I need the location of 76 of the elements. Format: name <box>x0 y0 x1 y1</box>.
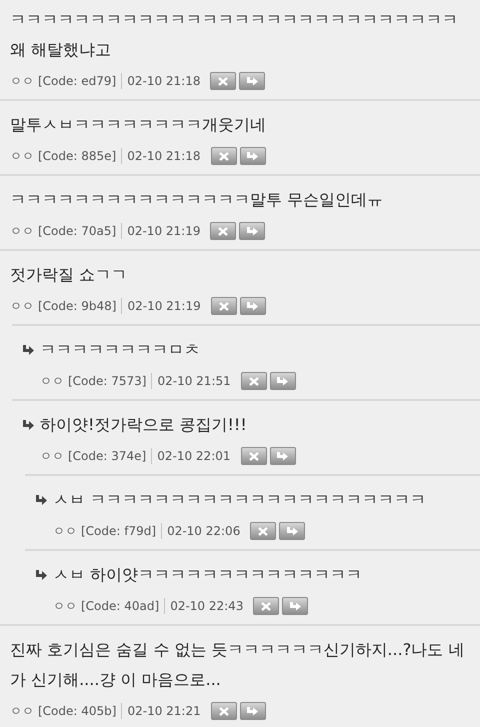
reply-arrow-icon <box>277 376 288 386</box>
timestamp: 02-10 21:51 <box>157 373 231 390</box>
timestamp: 02-10 21:19 <box>127 298 201 315</box>
timestamp: 02-10 21:18 <box>127 148 200 165</box>
reply-arrow-icon <box>247 706 258 716</box>
comment-text: 젓가락질 쇼ㄱㄱ <box>10 264 128 286</box>
reply-button[interactable] <box>240 702 266 720</box>
close-icon <box>218 706 229 716</box>
reply-arrow-icon <box>35 495 47 505</box>
timestamp: 02-10 21:19 <box>127 223 200 240</box>
delete-button[interactable] <box>210 222 236 240</box>
close-icon <box>248 452 258 460</box>
author-name: ㅇㅇ <box>53 598 77 615</box>
reply-arrow-icon <box>247 152 258 160</box>
reply-button[interactable] <box>240 147 266 165</box>
delete-button[interactable] <box>210 147 236 165</box>
delete-button[interactable] <box>250 522 276 540</box>
user-code: [Code: 40ad] <box>81 598 160 615</box>
reply-button[interactable] <box>270 372 296 390</box>
close-icon <box>218 76 228 86</box>
author-name: ㅇㅇ <box>10 298 34 315</box>
close-icon <box>261 602 272 610</box>
close-icon <box>248 376 259 386</box>
reply-button[interactable] <box>279 522 306 540</box>
timestamp: 02-10 22:01 <box>157 448 230 465</box>
user-code: [Code: 7573] <box>68 373 146 390</box>
reply-button[interactable] <box>270 447 296 465</box>
close-icon <box>258 526 268 536</box>
reply-button[interactable] <box>240 297 266 315</box>
close-icon <box>218 302 229 310</box>
user-code: [Code: 9b48] <box>38 298 116 315</box>
user-code: [Code: 70a5] <box>38 223 116 240</box>
reply-button[interactable] <box>239 222 266 240</box>
comment-text: 진짜 호기심은 숨길 수 없는 듯ㅋㅋㅋㅋㅋㅋ신기하지...?나도 네가 신기해....걍 이 마음으로... <box>10 639 466 691</box>
comment-text: ㅋㅋㅋㅋㅋㅋㅋㅋㅋㅋㅋㅋㅋㅋㅋ말투 무슨일인데ㅠ <box>10 189 384 211</box>
comment-text: ㅅㅂ 하이얏ㅋㅋㅋㅋㅋㅋㅋㅋㅋㅋㅋㅋㅋㅋ <box>53 564 364 586</box>
comment-text: ㅋㅋㅋㅋㅋㅋㅋㅋㅁㅊ <box>40 339 201 361</box>
user-code: [Code: 885e] <box>38 148 116 165</box>
author-name: ㅇㅇ <box>10 703 34 720</box>
delete-button[interactable] <box>210 297 237 315</box>
user-code: [Code: 405b] <box>38 703 116 720</box>
timestamp: 02-10 22:43 <box>170 598 244 615</box>
comment-text: 하이얏!젓가락으로 콩집기!!! <box>40 414 248 436</box>
author-name: ㅇㅇ <box>10 223 34 240</box>
timestamp: 02-10 22:06 <box>167 523 240 540</box>
reply-button[interactable] <box>239 72 266 90</box>
close-icon <box>218 226 228 236</box>
comment-text: ㅋㅋㅋㅋㅋㅋㅋㅋㅋㅋㅋㅋㅋㅋㅋㅋㅋㅋㅋㅋㅋㅋㅋㅋㅋㅋㅋㅋ 왜 해탈했냐고 <box>10 9 459 61</box>
comment-text: 말투ㅅㅂㅋㅋㅋㅋㅋㅋㅋㅋ개웃기네 <box>10 114 267 136</box>
comment-text: ㅅㅂ ㅋㅋㅋㅋㅋㅋㅋㅋㅋㅋㅋㅋㅋㅋㅋㅋㅋㅋㅋㅋㅋ <box>53 489 428 511</box>
reply-arrow-icon <box>277 452 288 460</box>
reply-arrow-icon <box>247 302 258 310</box>
reply-arrow-icon <box>22 420 34 430</box>
reply-button[interactable] <box>282 597 308 615</box>
delete-button[interactable] <box>240 372 267 390</box>
author-name: ㅇㅇ <box>40 448 64 465</box>
user-code: [Code: 374e] <box>68 448 146 465</box>
user-code: [Code: f79d] <box>81 523 156 540</box>
delete-button[interactable] <box>240 447 266 465</box>
timestamp: 02-10 21:21 <box>127 703 201 720</box>
delete-button[interactable] <box>210 702 237 720</box>
author-name: ㅇㅇ <box>10 148 34 165</box>
reply-arrow-icon <box>286 526 298 536</box>
reply-arrow-icon <box>35 570 47 580</box>
delete-button[interactable] <box>210 72 236 90</box>
reply-arrow-icon <box>246 226 258 236</box>
timestamp: 02-10 21:18 <box>127 73 200 90</box>
reply-arrow-icon <box>22 345 34 355</box>
delete-button[interactable] <box>253 597 280 615</box>
author-name: ㅇㅇ <box>40 373 64 390</box>
user-code: [Code: ed79] <box>38 73 116 90</box>
close-icon <box>218 152 228 160</box>
reply-arrow-icon <box>246 76 258 86</box>
author-name: ㅇㅇ <box>10 73 34 90</box>
reply-arrow-icon <box>290 602 301 610</box>
author-name: ㅇㅇ <box>53 523 77 540</box>
